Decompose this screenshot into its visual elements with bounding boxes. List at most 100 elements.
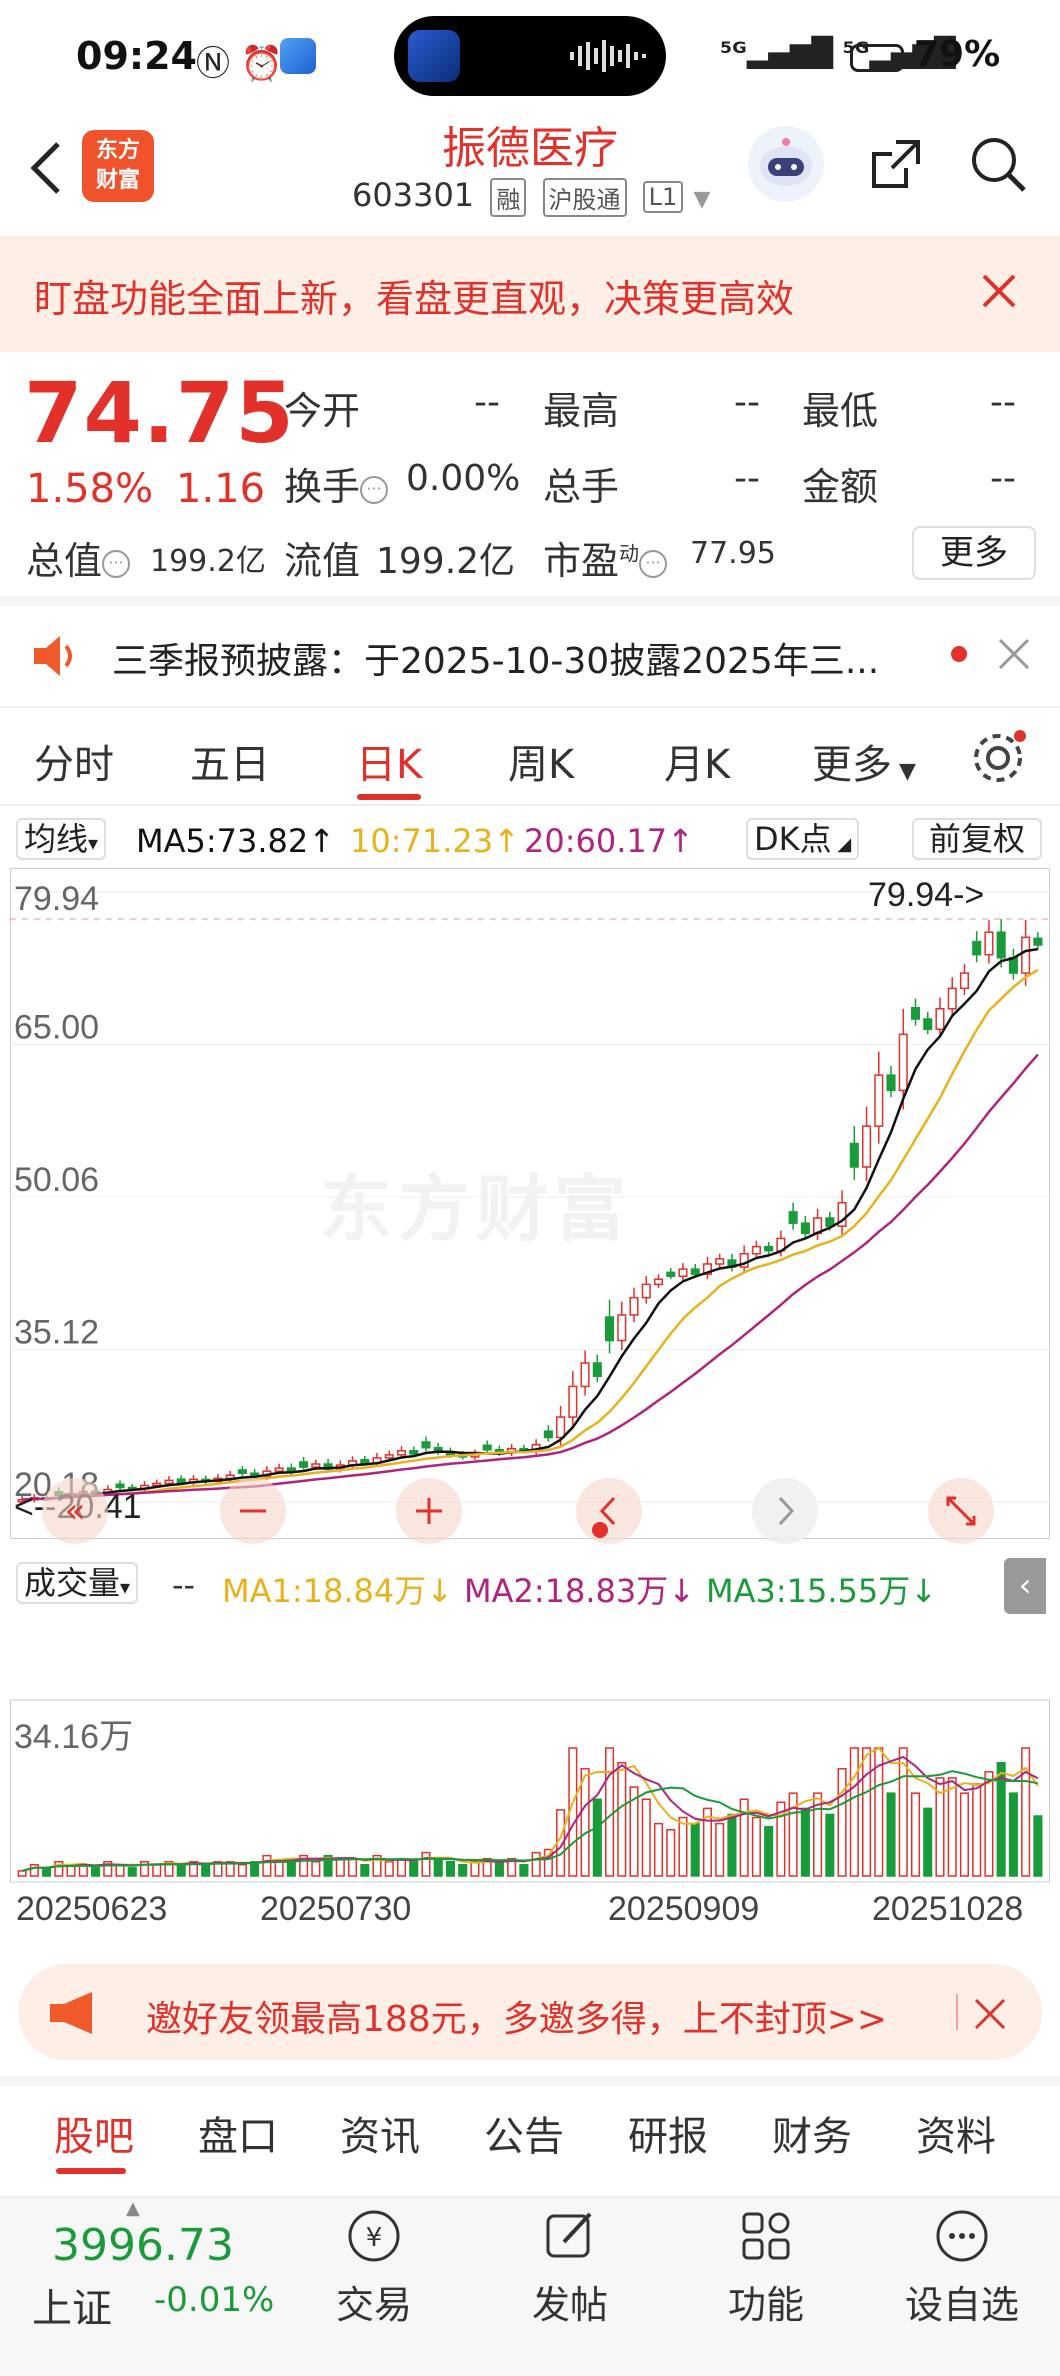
- ai-assistant-icon[interactable]: [748, 126, 824, 202]
- tab-weekly-k[interactable]: 周K: [508, 732, 574, 790]
- scroll-left-fast-icon[interactable]: «: [40, 1476, 110, 1546]
- high-value: --: [734, 382, 760, 423]
- tab-more[interactable]: 更多 ▼: [812, 732, 916, 790]
- ma20-value: 20:60.17↑: [524, 822, 694, 860]
- back-icon[interactable]: [26, 138, 66, 198]
- volume-bar: [580, 1768, 590, 1877]
- candle-body: [556, 1416, 566, 1439]
- market-cap-label-text: 总值: [26, 539, 103, 583]
- event-marker[interactable]: [592, 1522, 608, 1538]
- adjust-button[interactable]: 前复权: [912, 818, 1042, 860]
- volume-bar: [666, 1828, 676, 1877]
- candle-body: [862, 1125, 872, 1168]
- change-amount: 1.16: [176, 466, 266, 512]
- volume-max-label: 34.16万: [14, 1718, 133, 1756]
- volume-bar: [959, 1792, 969, 1877]
- divider: [0, 2076, 1060, 2086]
- tab-five-day[interactable]: 五日: [190, 732, 270, 790]
- index-value[interactable]: 3996.73: [52, 2220, 234, 2271]
- nav-watchlist[interactable]: 设自选: [892, 2206, 1032, 2329]
- zoom-in-icon[interactable]: [394, 1476, 464, 1546]
- close-icon[interactable]: [972, 1996, 1008, 2032]
- volume-bar: [825, 1813, 835, 1877]
- grid-icon: [742, 2212, 790, 2260]
- expand-caret-icon[interactable]: ▲: [126, 2198, 140, 2219]
- float-cap-value: 199.2亿: [376, 541, 516, 582]
- candle-body: [984, 931, 994, 956]
- volume-bar: [1033, 1815, 1043, 1877]
- volume-bar: [176, 1864, 186, 1877]
- scroll-left-icon[interactable]: [574, 1476, 644, 1546]
- candle-body: [923, 1018, 933, 1030]
- announcement-text[interactable]: 三季报预披露：于2025-10-30披露2025年三...: [112, 632, 879, 684]
- search-icon[interactable]: [968, 134, 1028, 194]
- indicator-selector[interactable]: 均线▾: [16, 818, 107, 860]
- tab-monthly-k[interactable]: 月K: [664, 732, 730, 790]
- tab-order-book[interactable]: 盘口: [198, 2104, 278, 2162]
- share-icon[interactable]: [866, 134, 926, 194]
- y-tick-label: 50.06: [14, 1161, 99, 1199]
- volume-bar: [996, 1761, 1006, 1877]
- candle-body: [959, 972, 969, 990]
- volume-bar: [494, 1860, 504, 1877]
- candle-body: [592, 1362, 602, 1377]
- caret-down-icon: ▼: [892, 759, 916, 784]
- battery-icon: [850, 44, 904, 72]
- info-icon[interactable]: ···: [360, 475, 389, 504]
- edit-icon: [546, 2212, 592, 2258]
- nav-post[interactable]: 发帖: [500, 2206, 640, 2329]
- settings-gear-icon[interactable]: [968, 728, 1028, 788]
- x-tick-label: 20250730: [260, 1890, 411, 1928]
- close-icon[interactable]: [996, 636, 1032, 672]
- tab-forum[interactable]: 股吧: [54, 2104, 134, 2162]
- candlestick-chart[interactable]: 79.9465.0050.0635.1220.1879.94-><--20.41…: [10, 868, 1050, 1948]
- volume-bar: [751, 1816, 761, 1877]
- candle-body: [715, 1258, 725, 1265]
- change-percent: 1.58%: [26, 466, 154, 512]
- volume-bar: [886, 1792, 896, 1877]
- tab-financials[interactable]: 财务: [772, 2104, 852, 2162]
- active-tab-indicator: [357, 794, 421, 800]
- amount-label: 金额: [802, 465, 879, 509]
- volume-bar: [91, 1867, 101, 1877]
- volume-bar: [837, 1768, 847, 1877]
- candle-body: [898, 1033, 908, 1092]
- tab-news[interactable]: 资讯: [340, 2104, 420, 2162]
- candle-body: [396, 1450, 407, 1456]
- more-dots-icon: [936, 2210, 988, 2262]
- battery-level: 79%: [914, 34, 1001, 75]
- dk-point-button[interactable]: DK点 ◢: [746, 818, 860, 860]
- high-marker-label: 79.94->: [868, 876, 984, 914]
- candle-body: [568, 1385, 578, 1418]
- candle-body: [384, 1454, 394, 1459]
- volume-bar: [739, 1798, 749, 1877]
- close-icon[interactable]: [976, 268, 1022, 314]
- high-label: 最高: [543, 389, 620, 433]
- y-tick-label: 65.00: [14, 1009, 99, 1047]
- volume-selector-label: 成交量: [24, 1564, 121, 1602]
- volume-bar: [127, 1867, 137, 1877]
- zoom-out-icon[interactable]: [218, 1476, 288, 1546]
- more-quote-button[interactable]: 更多: [912, 526, 1036, 580]
- tab-intraday[interactable]: 分时: [34, 732, 114, 790]
- tab-research[interactable]: 研报: [628, 2104, 708, 2162]
- candle-body: [1021, 936, 1031, 974]
- tab-announcements[interactable]: 公告: [484, 2104, 564, 2162]
- scroll-right-icon[interactable]: [750, 1476, 820, 1546]
- volume-bar: [947, 1777, 957, 1877]
- info-icon[interactable]: ···: [102, 549, 131, 578]
- nfc-icon: Ⓝ ⏰: [196, 44, 284, 84]
- fullscreen-icon[interactable]: [926, 1476, 996, 1546]
- tab-daily-k[interactable]: 日K: [356, 732, 422, 790]
- current-price: 74.75: [24, 364, 295, 462]
- volume-bar: [17, 1870, 27, 1877]
- nav-functions[interactable]: 功能: [696, 2206, 836, 2329]
- nav-trade[interactable]: ¥ 交易: [304, 2206, 444, 2329]
- stock-code-row[interactable]: 603301 融 沪股通 L1 ▼: [352, 176, 710, 217]
- volume-bar: [42, 1867, 52, 1877]
- info-icon[interactable]: ···: [639, 549, 668, 578]
- candle-body: [996, 931, 1006, 959]
- tab-profile[interactable]: 资料: [916, 2104, 996, 2162]
- volume-selector[interactable]: 成交量▾: [16, 1562, 139, 1604]
- collapse-panel-button[interactable]: ‹: [1004, 1558, 1046, 1614]
